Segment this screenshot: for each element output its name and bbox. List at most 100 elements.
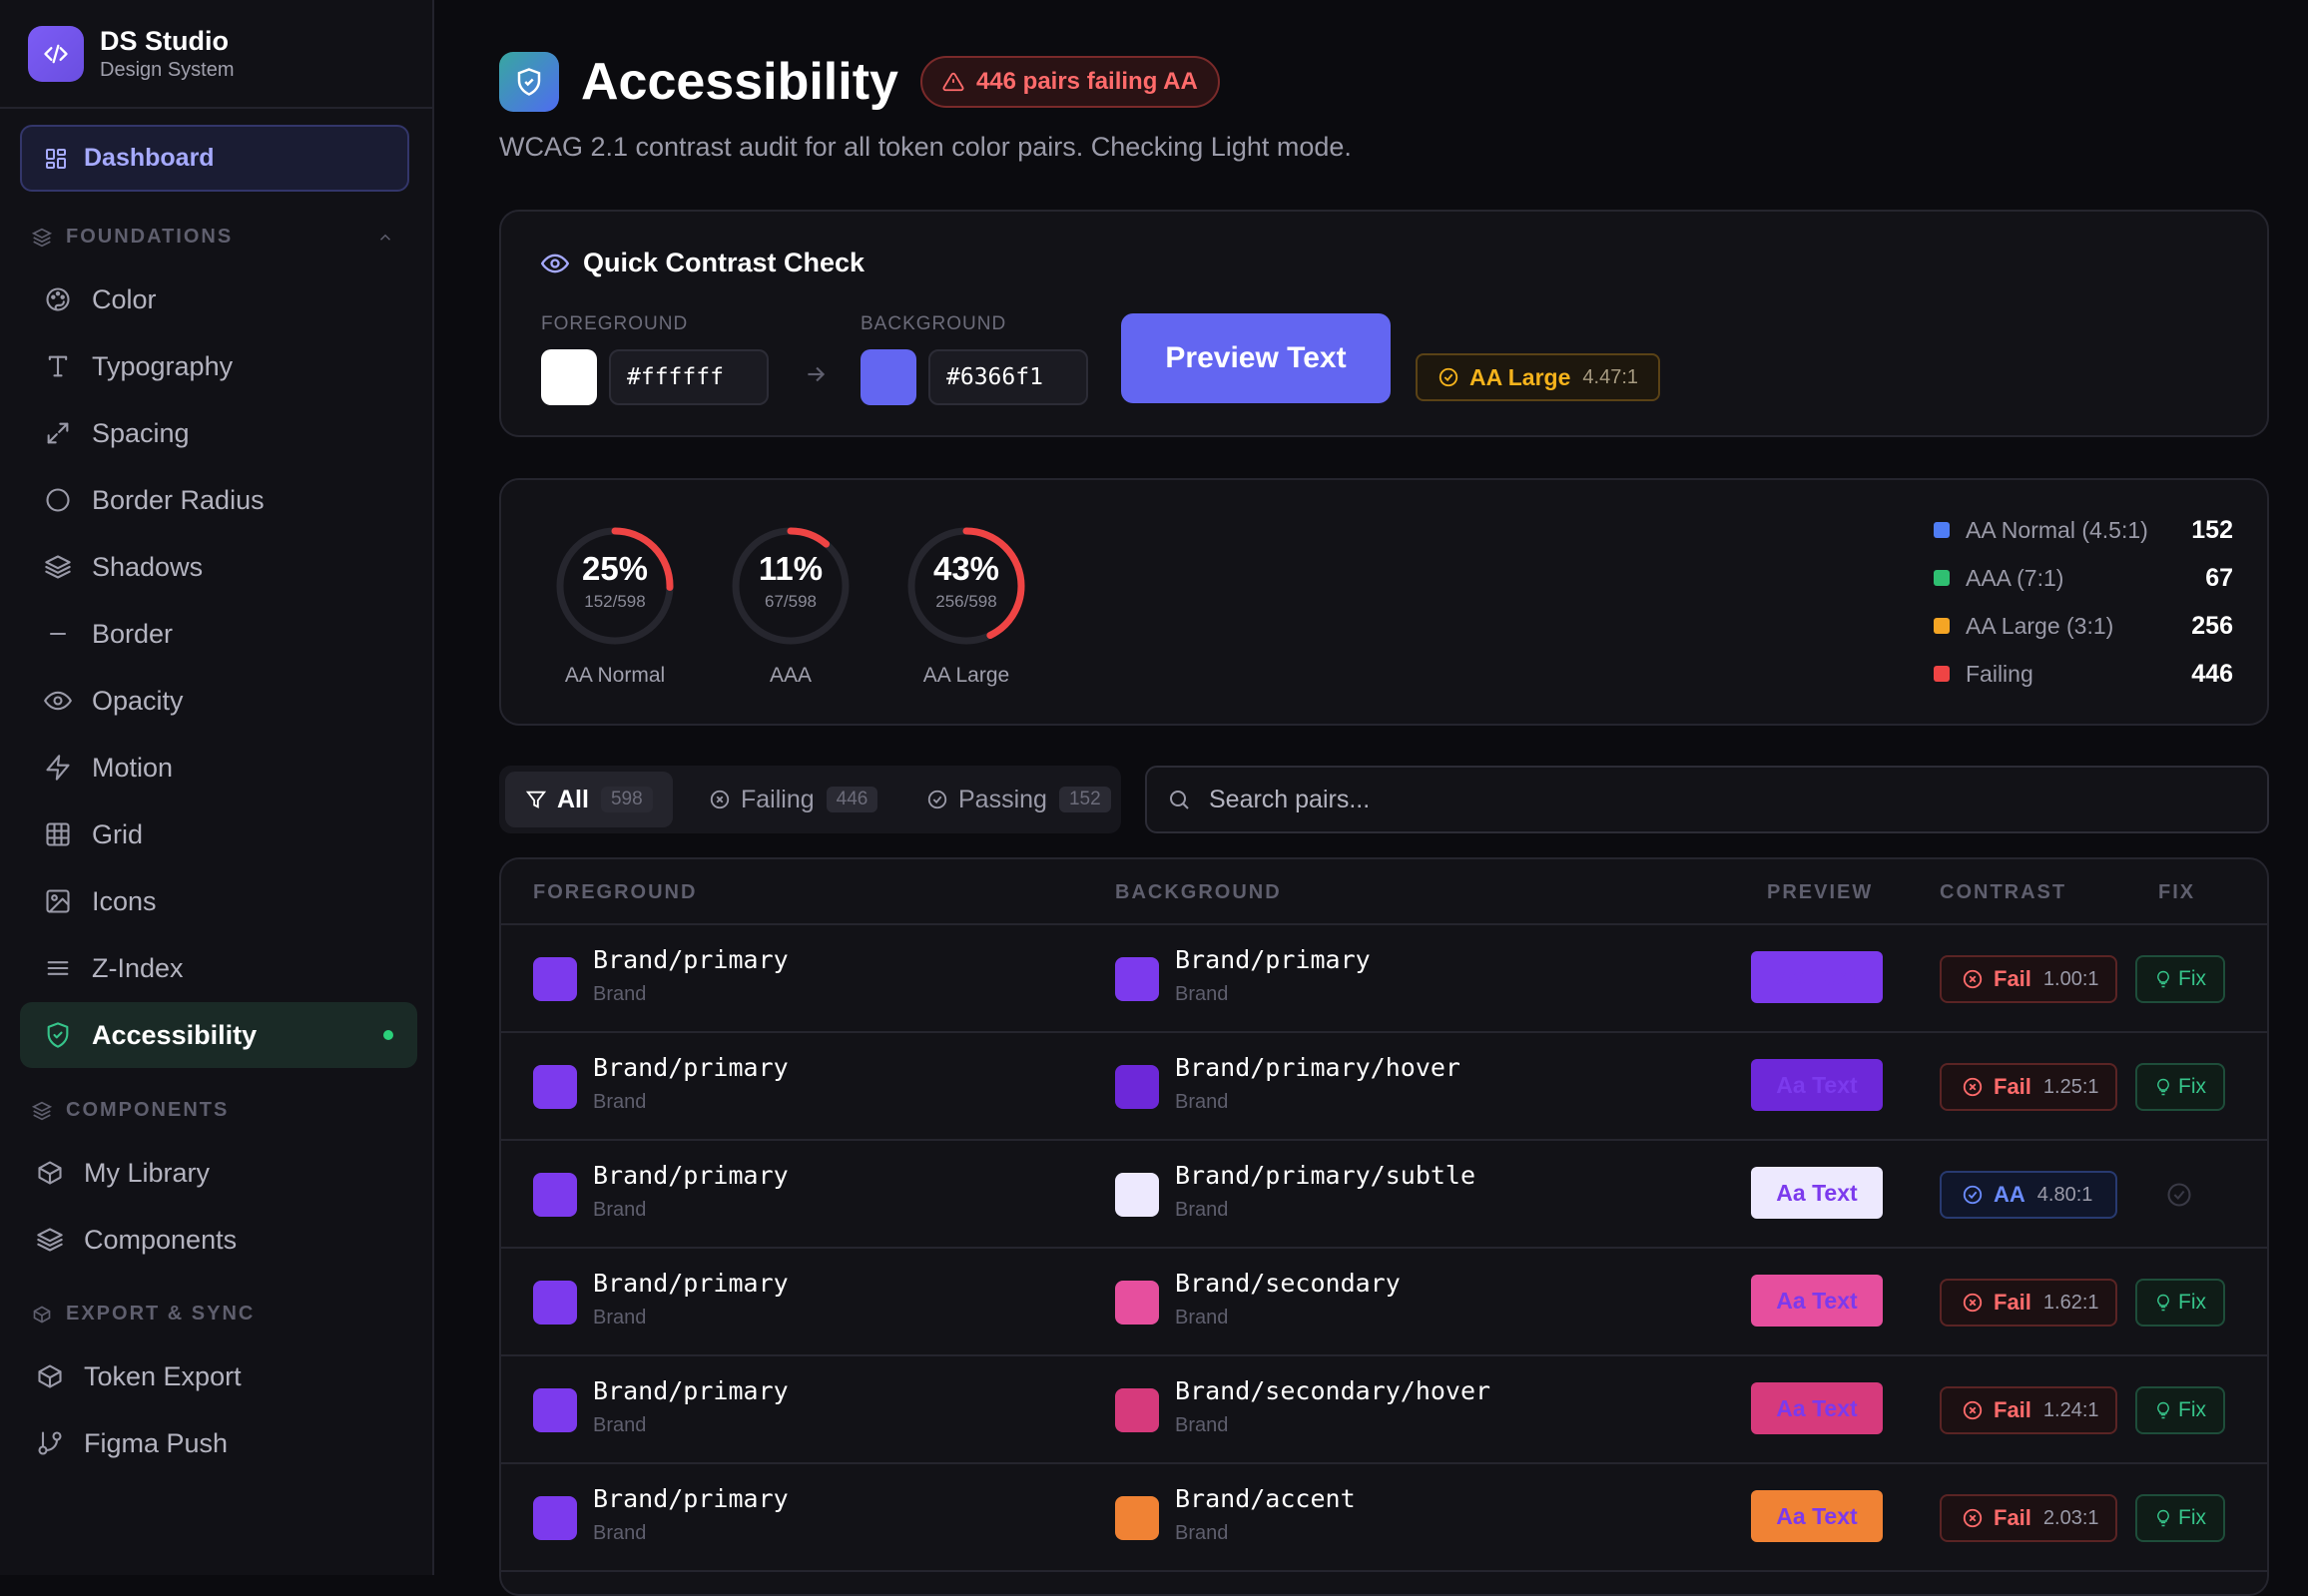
contrast-badge: Fail 1.62:1: [1940, 1279, 2117, 1327]
search-input[interactable]: [1209, 785, 2207, 814]
foreground-hex-input[interactable]: #ffffff: [609, 349, 769, 405]
table-row[interactable]: Brand/primary Brand Brand/secondary/hove…: [501, 1356, 2267, 1464]
x-circle-icon: [710, 790, 730, 809]
sidebar-item-spacing[interactable]: Spacing: [20, 400, 417, 466]
brand[interactable]: DS Studio Design System: [28, 24, 235, 84]
lightbulb-icon: [2157, 1294, 2169, 1312]
layers-icon: [44, 553, 72, 581]
sidebar: DS Studio Design System Dashboard FOUNDA…: [0, 0, 434, 1575]
check-circle-icon: [1963, 1185, 1983, 1205]
foreground-token: Brand/primary: [593, 1269, 789, 1298]
contrast-ratio: 1.00:1: [2042, 967, 2099, 990]
background-swatch: [1115, 1065, 1159, 1109]
foreground-swatch: [533, 1496, 577, 1540]
legend-value: 256: [2191, 611, 2233, 640]
table-row[interactable]: Brand/primary Brand Brand/primary/hover …: [501, 1033, 2267, 1141]
foreground-group: Brand: [593, 1199, 647, 1221]
lightbulb-icon: [2157, 1078, 2169, 1096]
section-export[interactable]: EXPORT & SYNC: [32, 1303, 255, 1326]
sidebar-item-typography[interactable]: Typography: [20, 333, 417, 399]
fix-button[interactable]: Fix: [2135, 1494, 2225, 1542]
git-branch-icon: [36, 1429, 64, 1457]
sidebar-item-label: Opacity: [92, 685, 184, 716]
grid-icon: [44, 820, 72, 848]
fix-button[interactable]: Fix: [2135, 1386, 2225, 1434]
ring-label: AA Normal: [564, 664, 666, 687]
sidebar-item-label: Dashboard: [84, 144, 215, 172]
section-components[interactable]: COMPONENTS: [32, 1099, 229, 1122]
foreground-token: Brand/primary: [593, 1484, 789, 1513]
ring-count: 256/598: [935, 592, 997, 611]
column-header-foreground[interactable]: FOREGROUND: [533, 881, 697, 904]
chevron-up-icon[interactable]: [376, 229, 394, 247]
sidebar-item-label: Icons: [92, 885, 157, 916]
sidebar-item-opacity[interactable]: Opacity: [20, 668, 417, 734]
foreground-token: Brand/primary: [593, 1053, 789, 1082]
sidebar-item-label: My Library: [84, 1157, 211, 1188]
column-header-contrast[interactable]: CONTRAST: [1940, 881, 2066, 904]
legend-label: AA Normal (4.5:1): [1966, 516, 2148, 543]
sidebar-item-label: Grid: [92, 818, 144, 849]
sidebar-item-label: Accessibility: [92, 1019, 258, 1050]
progress-ring-aa-large: 43% 256/598: [904, 524, 1028, 648]
eye-icon: [541, 254, 569, 272]
sidebar-item-grid[interactable]: Grid: [20, 801, 417, 867]
foreground-swatch: [533, 1173, 577, 1217]
section-label: EXPORT & SYNC: [66, 1303, 256, 1325]
search-icon: [1170, 791, 1189, 809]
foreground-swatch: [533, 1388, 577, 1432]
quick-contrast-card: Quick Contrast Check FOREGROUND #ffffff …: [499, 210, 2269, 437]
fix-button[interactable]: Fix: [2135, 955, 2225, 1003]
foreground-swatch: [533, 1281, 577, 1325]
foreground-token: Brand/primary: [593, 1161, 789, 1190]
background-token: Brand/primary: [1175, 945, 1371, 974]
foreground-label: FOREGROUND: [541, 313, 689, 334]
sidebar-item-icons[interactable]: Icons: [20, 868, 417, 934]
fix-button[interactable]: Fix: [2135, 1063, 2225, 1111]
section-label: FOUNDATIONS: [66, 226, 234, 248]
filter-tab-label: Failing: [741, 785, 815, 813]
sidebar-item-label: Shadows: [92, 551, 204, 582]
sidebar-item-token-export[interactable]: Token Export: [20, 1343, 417, 1409]
foreground-swatch[interactable]: [541, 349, 597, 405]
table-row[interactable]: Brand/primary Brand Brand/secondary Bran…: [501, 1249, 2267, 1356]
contrast-table: FOREGROUND BACKGROUND PREVIEW CONTRAST F…: [499, 857, 2269, 1596]
table-row[interactable]: Brand/primary Brand Brand/primary Brand …: [501, 925, 2267, 1033]
sidebar-item-accessibility[interactable]: Accessibility: [20, 1002, 417, 1068]
code-icon: [28, 26, 84, 82]
contrast-status: AA: [1994, 1182, 2025, 1207]
x-circle-icon: [1963, 1400, 1983, 1420]
background-swatch[interactable]: [861, 349, 916, 405]
foreground-group: Brand: [593, 1414, 647, 1436]
background-token: Brand/primary/subtle: [1175, 1161, 1476, 1190]
sidebar-item-border-radius[interactable]: Border Radius: [20, 467, 417, 533]
sidebar-item-motion[interactable]: Motion: [20, 735, 417, 800]
filter-tab-failing[interactable]: Failing 446: [689, 772, 897, 827]
sidebar-item-dashboard[interactable]: Dashboard: [20, 125, 409, 192]
fix-button-label: Fix: [2178, 1398, 2206, 1421]
section-foundations[interactable]: FOUNDATIONS: [32, 226, 391, 249]
background-hex-input[interactable]: #6366f1: [928, 349, 1088, 405]
sidebar-item-border[interactable]: Border: [20, 601, 417, 667]
column-header-background[interactable]: BACKGROUND: [1115, 881, 1282, 904]
contrast-result-level: AA Large: [1469, 363, 1571, 390]
sidebar-item-figma-push[interactable]: Figma Push: [20, 1410, 417, 1476]
fix-button[interactable]: Fix: [2135, 1279, 2225, 1327]
filter-tab-passing[interactable]: Passing 152: [906, 772, 1131, 827]
legend-item-aa-normal-4-5-1: AA Normal (4.5:1) 152: [1934, 506, 2233, 554]
sidebar-item-z-index[interactable]: Z-Index: [20, 935, 417, 1001]
menu-icon: [44, 954, 72, 982]
x-circle-icon: [1963, 1508, 1983, 1528]
contrast-result-ratio: 4.47:1: [1582, 365, 1638, 388]
sidebar-item-shadows[interactable]: Shadows: [20, 534, 417, 600]
sidebar-item-my-library[interactable]: My Library: [20, 1140, 417, 1206]
sidebar-item-components[interactable]: Components: [20, 1207, 417, 1273]
table-row[interactable]: Brand/primary Brand Brand/primary/subtle…: [501, 1141, 2267, 1249]
sidebar-item-color[interactable]: Color: [20, 266, 417, 332]
filter-tab-all[interactable]: All 598: [505, 772, 673, 827]
stats-card: 25% 152/598 AA Normal 11% 67/598 AAA 43% 2…: [499, 478, 2269, 726]
table-row[interactable]: Brand/primary Brand Brand/accent Brand A…: [501, 1464, 2267, 1572]
ring-label: AA Large: [922, 664, 1010, 687]
legend-item-failing: Failing 446: [1934, 650, 2233, 698]
app-name: DS Studio: [100, 26, 229, 56]
